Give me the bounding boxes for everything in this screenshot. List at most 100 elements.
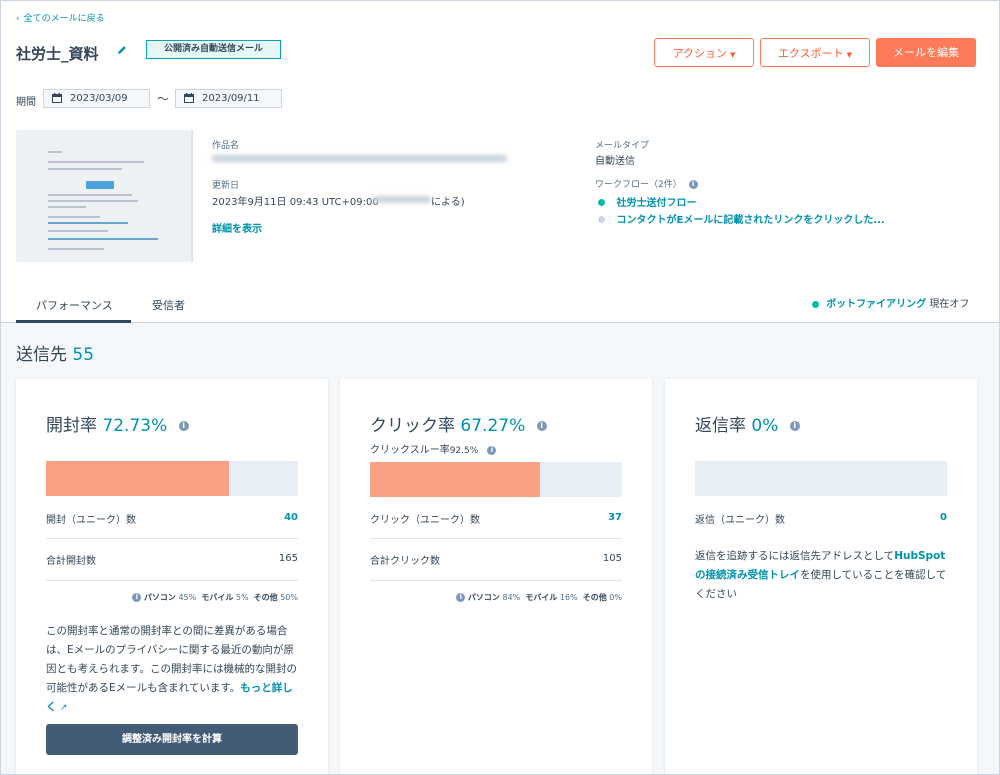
click-through-label: クリックスルー率 xyxy=(370,445,450,456)
back-link-label: 全てのメールに戻る xyxy=(23,14,105,24)
tab-divider xyxy=(1,322,999,323)
device-breakdown: i パソコン 45% モバイル 5% その他 50% xyxy=(132,592,298,603)
click-rate-bar xyxy=(370,462,622,497)
name-label: 作品名 xyxy=(212,141,240,151)
click-through-rate: クリックスルー率92.5% i xyxy=(370,441,497,456)
divider xyxy=(370,580,622,581)
info-icon[interactable]: i xyxy=(789,421,800,431)
mail-type-value: 自動送信 xyxy=(595,156,635,167)
caret-down-icon: ▼ xyxy=(730,51,736,59)
reply-rate-bar xyxy=(695,461,947,496)
end-date-value: 2023/09/11 xyxy=(202,93,260,104)
reply-rate-label: 返信率 xyxy=(695,416,746,436)
start-date-input[interactable]: 2023/03/09 xyxy=(43,89,150,108)
updated-label: 更新日 xyxy=(212,181,240,191)
device-breakdown: i パソコン 84% モバイル 16% その他 0% xyxy=(456,592,622,603)
workflow-link[interactable]: 社労士送付フロー xyxy=(617,198,697,209)
workflow-item[interactable]: 社労士送付フロー xyxy=(598,194,697,209)
period-separator: ～ xyxy=(157,92,170,106)
click-rate-title: クリック率 67.27% i xyxy=(370,411,547,436)
divider xyxy=(46,538,298,539)
click-rate-bar-fill xyxy=(370,462,540,497)
info-icon[interactable]: i xyxy=(688,180,698,189)
info-icon[interactable]: i xyxy=(178,421,189,431)
info-icon[interactable]: i xyxy=(487,445,497,455)
open-rate-bar-fill xyxy=(46,461,230,496)
show-details-link[interactable]: 詳細を表示 xyxy=(212,220,262,235)
status-badge: 公開済み自動送信メール xyxy=(146,40,281,59)
info-icon[interactable]: i xyxy=(456,593,466,602)
workflow-status-dot xyxy=(598,199,605,206)
reply-rate-title: 返信率 0% i xyxy=(695,411,800,436)
sent-value: 55 xyxy=(72,345,95,365)
device-name: モバイル xyxy=(525,593,558,602)
device-pct: 84% xyxy=(502,593,521,602)
active-tab-indicator xyxy=(16,320,131,323)
action-button-label: アクション xyxy=(672,47,728,60)
tab-recipients[interactable]: 受信者 xyxy=(152,297,185,313)
device-name: パソコン xyxy=(143,593,176,602)
mail-type-label: メールタイプ xyxy=(595,141,650,151)
click-rate-value: 67.27% xyxy=(460,416,526,436)
bot-filtering-link[interactable]: ボットファイアリング xyxy=(826,299,926,310)
updated-by-suffix: による) xyxy=(431,197,465,208)
open-rate-value: 72.73% xyxy=(102,416,168,436)
redacted-user xyxy=(373,196,431,203)
external-link-icon[interactable]: ↗ xyxy=(60,703,68,713)
back-link[interactable]: ‹ 全てのメールに戻る xyxy=(16,11,105,24)
device-pct: 50% xyxy=(280,593,298,602)
updated-value: 2023年9月11日 09:43 UTC+09:00 xyxy=(212,197,379,208)
device-name: その他 xyxy=(253,593,278,602)
device-pct: 5% xyxy=(235,593,249,602)
reply-rate-card: 返信率 0% i 返信（ユニーク）数 0 返信を追跡するには返信先アドレスとして… xyxy=(665,379,977,774)
start-date-value: 2023/03/09 xyxy=(70,93,128,104)
end-date-input[interactable]: 2023/09/11 xyxy=(175,89,282,108)
reply-rate-note: 返信を追跡するには返信先アドレスとしてHubSpotの接続済み受信トレイを使用し… xyxy=(695,547,950,604)
action-button[interactable]: アクション ▼ xyxy=(654,38,754,67)
unique-reply-label: 返信（ユニーク）数 xyxy=(695,515,785,526)
device-name: パソコン xyxy=(467,593,500,602)
open-rate-note: この開封率と通常の開封率との間に差異がある場合は、Eメールのプライバシーに関する… xyxy=(46,622,301,718)
device-pct: 16% xyxy=(559,593,578,602)
workflow-link[interactable]: コンタクトがEメールに記載されたリンクをクリックした... xyxy=(617,215,885,226)
bot-filtering-state: 現在オフ xyxy=(926,299,970,310)
sent-count: 送信先 55 xyxy=(16,340,94,365)
unique-click-value: 37 xyxy=(608,512,622,523)
click-rate-card: クリック率 67.27% i クリックスルー率92.5% i クリック（ユニーク… xyxy=(340,379,652,774)
device-pct: 45% xyxy=(178,593,197,602)
unique-click-label: クリック（ユニーク）数 xyxy=(370,515,480,526)
unique-open-value: 40 xyxy=(284,512,298,523)
open-rate-label: 開封率 xyxy=(46,416,97,436)
info-icon[interactable]: i xyxy=(536,421,547,431)
info-icon[interactable]: i xyxy=(132,593,142,602)
device-name: その他 xyxy=(582,593,607,602)
reply-rate-value: 0% xyxy=(751,416,779,436)
bot-filtering-status: ボットファイアリング 現在オフ xyxy=(812,295,969,310)
sent-label: 送信先 xyxy=(16,345,67,365)
unique-reply-value: 0 xyxy=(940,512,947,523)
total-open-label: 合計開封数 xyxy=(46,556,96,567)
workflow-label-text: ワークフロー（2件） xyxy=(595,180,682,190)
total-click-value: 105 xyxy=(602,553,622,564)
open-rate-card: 開封率 72.73% i 開封（ユニーク）数 40 合計開封数 165 i パソ… xyxy=(16,379,328,774)
caret-down-icon: ▼ xyxy=(846,51,853,59)
workflow-item[interactable]: コンタクトがEメールに記載されたリンクをクリックした... xyxy=(598,211,885,226)
open-rate-bar xyxy=(46,461,298,496)
calculate-adjusted-open-rate-button[interactable]: 調整済み開封率を計算 xyxy=(46,724,298,755)
edit-email-button[interactable]: メールを編集 xyxy=(876,38,976,67)
bot-filter-status-dot xyxy=(812,300,819,308)
pencil-icon[interactable] xyxy=(116,44,128,56)
open-rate-title: 開封率 72.73% i xyxy=(46,411,189,436)
reply-note-before: 返信を追跡するには返信先アドレスとして xyxy=(695,550,895,562)
email-preview-thumbnail[interactable] xyxy=(16,130,193,262)
redacted-name xyxy=(212,155,507,162)
divider xyxy=(46,580,298,581)
tab-performance[interactable]: パフォーマンス xyxy=(36,297,113,313)
export-button[interactable]: エクスポート ▼ xyxy=(760,38,870,67)
export-button-label: エクスポート xyxy=(777,47,844,60)
click-rate-label: クリック率 xyxy=(370,416,455,436)
workflow-status-dot xyxy=(598,216,605,223)
page-title: 社労士_資料 xyxy=(16,45,99,63)
total-open-value: 165 xyxy=(278,553,298,564)
period-label: 期間 xyxy=(16,97,36,108)
